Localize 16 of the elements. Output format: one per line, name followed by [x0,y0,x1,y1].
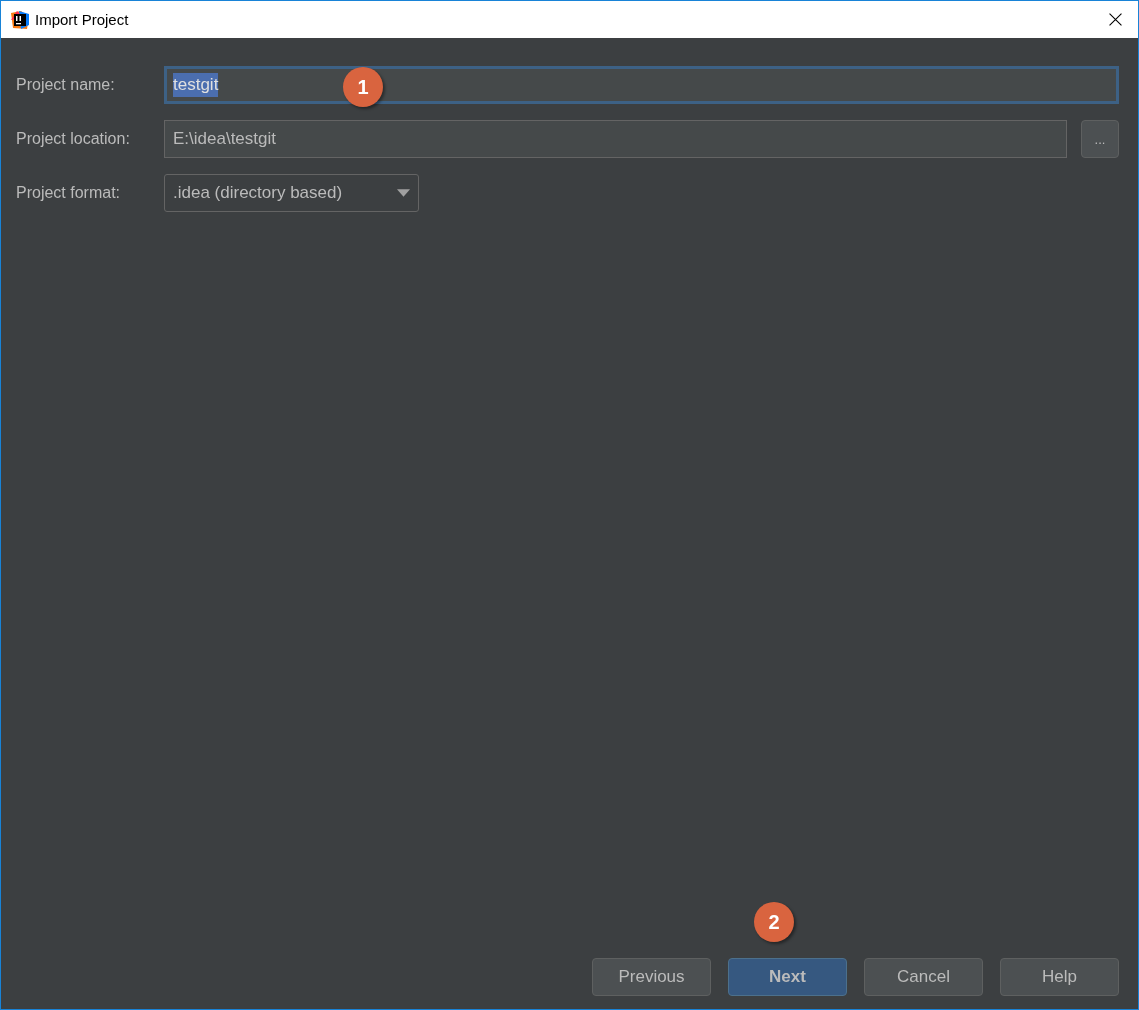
window-title: Import Project [35,11,129,28]
field-label: Project location: [16,130,131,148]
project-location-field[interactable]: E:\idea\testgit [164,120,1067,158]
app-logo-icon [11,10,29,29]
next-button[interactable]: Next [728,958,847,996]
dialog-button[interactable]: Cancel [864,958,983,996]
close-icon [1108,13,1122,26]
dialog-button[interactable]: Help [1000,958,1119,996]
caret-icon [397,189,410,197]
step-marker: 2 [754,902,794,942]
dialog-button[interactable]: Previous [592,958,711,996]
step-marker: 1 [343,67,383,107]
browse-button[interactable]: ... [1081,120,1119,158]
field-label: Project format: [16,184,122,202]
field-label: Project name: [16,76,116,94]
project-format-dropdown[interactable]: .idea (directory based) [164,174,419,212]
